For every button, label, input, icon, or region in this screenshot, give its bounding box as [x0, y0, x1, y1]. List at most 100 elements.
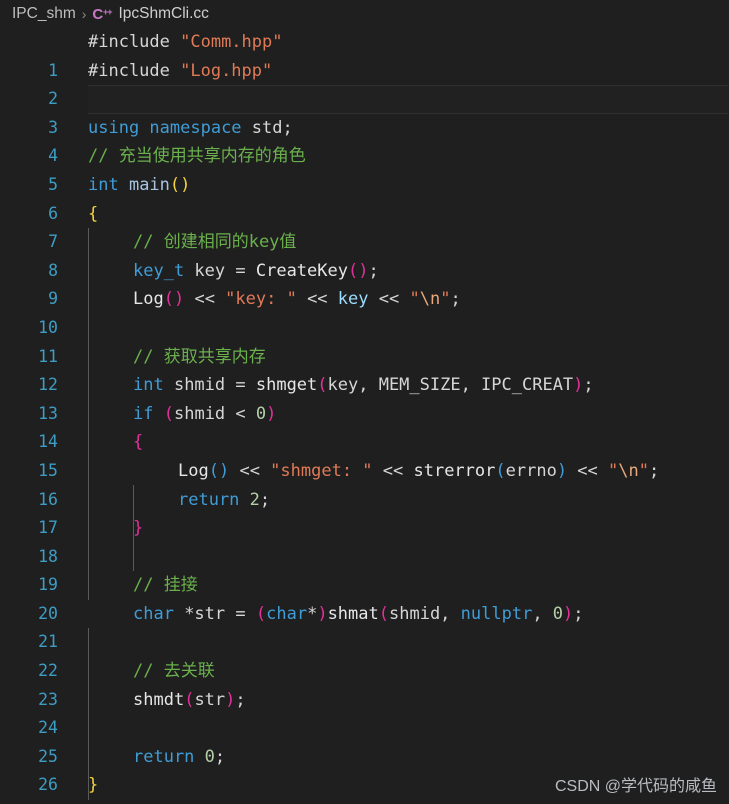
breadcrumb-folder[interactable]: IPC_shm [12, 5, 76, 23]
token-bracket: ( [347, 260, 359, 281]
line-content: int shmid = shmget(key, MEM_SIZE, IPC_CR… [133, 371, 594, 400]
breadcrumb: IPC_shm › C++ IpcShmCli.cc [0, 0, 729, 28]
code-line: 16 Log() << "shmget: " << strerror(errno… [0, 457, 729, 509]
code-line: 20 // 挂接 [0, 571, 729, 623]
token-punctuation: ; [583, 375, 594, 396]
token-operator: << [296, 289, 338, 310]
code-editor[interactable]: 1 #include "Comm.hpp" 2 #include "Log.hp… [0, 28, 729, 804]
token-type: key_t [133, 260, 185, 281]
token-bracket: ( [184, 689, 195, 710]
code-line: 17 return 2; [0, 486, 729, 538]
token-bracket: ) [317, 603, 328, 624]
token-bracket: ( [163, 289, 174, 310]
cpp-icon-plusplus: ++ [102, 6, 112, 17]
token-arguments: key, MEM_SIZE, IPC_CREAT [327, 375, 574, 396]
line-content: // 充当使用共享内存的角色 [88, 142, 306, 171]
code-line: 21 char *str = (char*)shmat(shmid, nullp… [0, 600, 729, 652]
line-content: #include "Comm.hpp" [88, 28, 282, 57]
line-content: { [88, 200, 98, 229]
token-identifier: str [194, 689, 226, 710]
token-bracket: ( [255, 603, 267, 624]
line-content: { [133, 428, 143, 457]
code-line: 22 [0, 628, 729, 680]
token-bracket: ) [573, 375, 584, 396]
code-line: 6 int main() [0, 171, 729, 223]
token-operator: << [567, 460, 609, 481]
token-bracket: ( [169, 174, 181, 195]
token-bracket: ) [556, 460, 568, 481]
token-keyword: return [178, 489, 240, 510]
token-string: " [409, 289, 420, 310]
token-number: 2 [249, 489, 260, 510]
token-brace: { [133, 432, 144, 453]
token-escape: \n [618, 460, 639, 481]
line-content: shmdt(str); [133, 686, 246, 715]
token-escape: \n [419, 289, 441, 310]
token-identifier: errno [505, 460, 557, 481]
code-line: 24 shmdt(str); [0, 686, 729, 738]
token-string: "shmget: " [270, 460, 373, 481]
token-keyword: int [133, 375, 164, 396]
code-line: 14 if (shmid < 0) [0, 400, 729, 452]
line-content: Log() << "key: " << key << "\n"; [133, 285, 461, 314]
token-bracket: ) [358, 260, 369, 281]
token-punctuation: ; [573, 603, 584, 624]
breadcrumb-file[interactable]: IpcShmCli.cc [118, 5, 208, 23]
token-directive: #include [88, 60, 181, 81]
token-string: " [608, 460, 619, 481]
token-operator: * [307, 603, 318, 624]
line-content: } [88, 771, 98, 800]
line-content: } [133, 514, 143, 543]
token-keyword: char [133, 603, 174, 624]
code-line: 19 [0, 543, 729, 594]
token-bracket: ( [208, 460, 219, 481]
token-punctuation: ; [282, 117, 293, 138]
token-punctuation: ; [368, 260, 379, 281]
vscode-editor-window: IPC_shm › C++ IpcShmCli.cc 1 #include "C… [0, 0, 729, 804]
cpp-icon-letter: C [92, 5, 103, 23]
token-number: 0 [255, 403, 267, 424]
code-line: 10 Log() << "key: " << key << "\n"; [0, 285, 729, 337]
code-line: 25 [0, 714, 729, 766]
token-bracket: ) [180, 174, 191, 195]
token-bracket: ( [495, 460, 506, 481]
code-line: 9 key_t key = CreateKey(); [0, 257, 729, 309]
token-string: "key: " [225, 289, 297, 310]
token-function: strerror [413, 460, 496, 481]
line-content: key_t key = CreateKey(); [133, 257, 379, 286]
token-comment: // 充当使用共享内存的角色 [88, 146, 306, 167]
token-punctuation: ; [235, 689, 246, 710]
line-content: return 2; [178, 486, 270, 515]
code-line-active: 3 [0, 85, 729, 137]
token-identifier: shmid [163, 375, 236, 396]
token-function: CreateKey [255, 260, 348, 281]
token-keyword: if [133, 403, 154, 424]
code-line: 23 // 去关联 [0, 657, 729, 709]
token-brace: } [133, 518, 144, 539]
token-identifier: std [241, 117, 283, 138]
token-identifier: key [184, 260, 236, 281]
token-function: shmget [255, 375, 318, 396]
line-content: // 挂接 [133, 571, 198, 600]
line-number: 27 [0, 800, 58, 804]
token-bracket: ( [378, 603, 389, 624]
token-bracket: ( [317, 375, 328, 396]
token-number: 0 [204, 746, 215, 767]
token-expression: shmid < [173, 403, 256, 424]
token-bracket: ) [266, 403, 277, 424]
token-comment: // 获取共享内存 [133, 346, 266, 367]
code-line: 4 using namespace std; [0, 114, 729, 166]
token-bracket: ) [173, 289, 185, 310]
token-bracket: ) [218, 460, 230, 481]
line-content: // 创建相同的key值 [133, 228, 296, 257]
line-content: // 去关联 [133, 657, 215, 686]
token-function: main [118, 174, 170, 195]
token-punctuation: ; [649, 460, 660, 481]
code-line: 11 [0, 314, 729, 366]
token-function: Log [133, 289, 164, 310]
token-directive: #include [88, 32, 181, 52]
token-comment: // 创建相同的key值 [133, 232, 297, 253]
token-operator: << [229, 460, 271, 481]
